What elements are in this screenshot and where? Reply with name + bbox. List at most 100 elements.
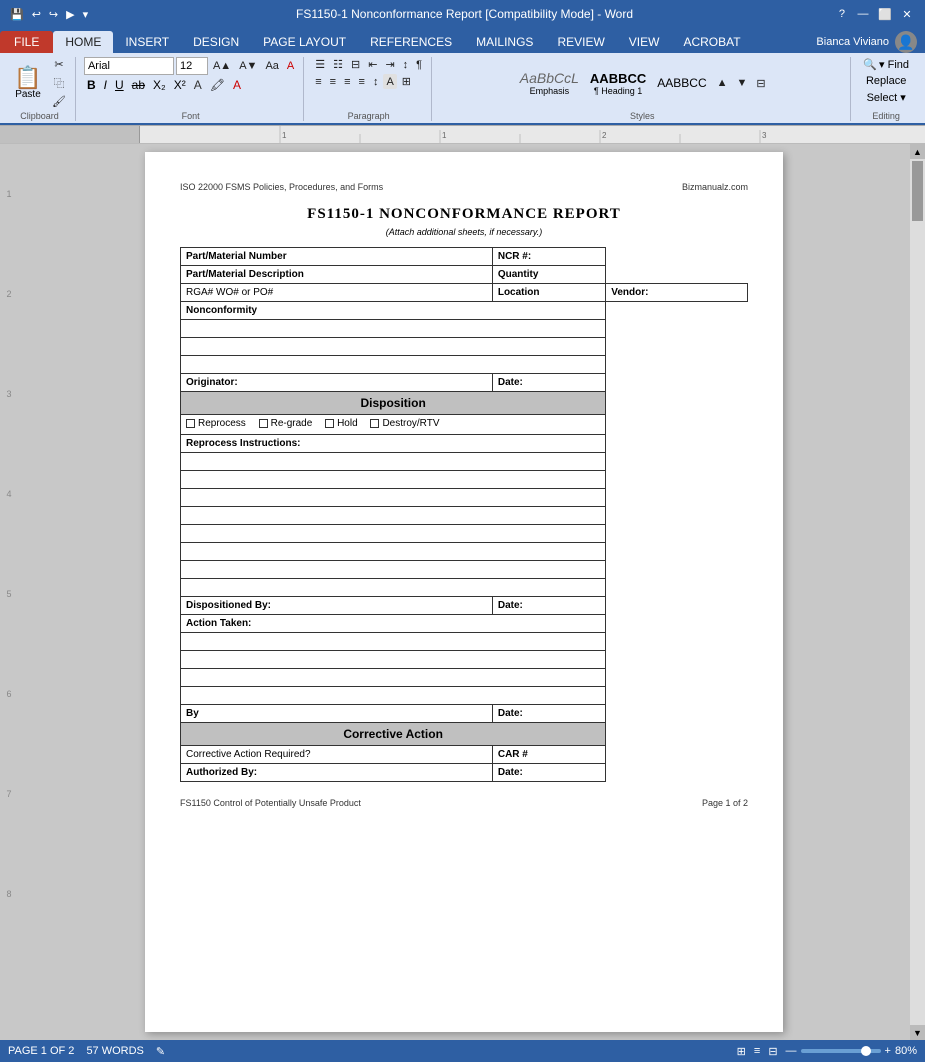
tab-insert[interactable]: INSERT [113,31,181,53]
view-web-icon[interactable]: ⊟ [768,1045,777,1058]
sort-button[interactable]: ↕ [400,57,412,72]
align-right-button[interactable]: ≡ [341,74,353,89]
customize-icon[interactable]: ▾ [81,8,91,21]
change-case-button[interactable]: Aa [262,59,281,73]
line-spacing-button[interactable]: ↕ [370,74,382,89]
macro-icon[interactable]: ▶ [64,8,76,21]
right-scrollbar: ▲ ▼ [910,144,925,1040]
justify-button[interactable]: ≡ [356,74,368,89]
increase-indent-button[interactable]: ⇥ [382,57,397,72]
restore-button[interactable]: ⬜ [875,6,895,22]
paragraph-controls: ☰ ☷ ⊟ ⇤ ⇥ ↕ ¶ ≡ ≡ ≡ ≡ ↕ A ⊞ [312,57,425,109]
borders-button[interactable]: ⊞ [399,74,414,89]
action-taken-label: Action Taken: [181,615,606,633]
tab-mailings[interactable]: MAILINGS [464,31,545,53]
tab-references[interactable]: REFERENCES [358,31,464,53]
copy-button[interactable]: ⿻ [49,74,69,92]
clipboard-label: Clipboard [10,111,69,121]
minimize-button[interactable]: — [853,6,873,22]
view-print-icon[interactable]: ⊞ [737,1045,746,1058]
strikethrough-button[interactable]: ab [129,77,148,93]
track-changes-icon[interactable]: ✎ [156,1045,165,1058]
replace-button[interactable]: Replace [862,74,910,88]
italic-button[interactable]: I [101,77,110,93]
close-button[interactable]: ✕ [897,6,917,22]
numbering-button[interactable]: ☷ [330,57,346,72]
subscript-button[interactable]: X₂ [150,77,169,93]
show-formatting-button[interactable]: ¶ [413,57,425,72]
hold-checkbox[interactable]: Hold [325,418,358,429]
find-button[interactable]: 🔍 ▾ Find [859,57,913,72]
text-color-button[interactable]: A [191,77,205,93]
header-right: Bizmanualz.com [682,182,748,192]
ruler: 1 1 2 3 [0,126,925,144]
shading-button[interactable]: A [383,74,396,89]
clipboard-group: 📋 Paste ✂ ⿻ 🖌 Clipboard [6,57,76,121]
scroll-down-button[interactable]: ▼ [910,1025,925,1040]
bold-button[interactable]: B [84,77,99,93]
tab-acrobat[interactable]: ACROBAT [671,31,752,53]
tab-view[interactable]: VIEW [617,31,672,53]
sidebar-num-6: 6 [0,644,18,744]
scroll-thumb[interactable] [912,161,923,221]
scroll-up-button[interactable]: ▲ [910,144,925,159]
destroy-rtv-checkbox[interactable]: Destroy/RTV [370,418,439,429]
cut-button[interactable]: ✂ [49,57,69,72]
reprocess-checkbox[interactable]: Reprocess [186,418,246,429]
superscript-button[interactable]: X² [171,77,189,93]
ruler-left-margin [0,126,140,143]
scroll-area[interactable]: ISO 22000 FSMS Policies, Procedures, and… [18,144,910,1040]
table-row: Originator: Date: [181,374,748,392]
corrective-action-header: Corrective Action [181,723,606,746]
multilevel-list-button[interactable]: ⊟ [348,57,363,72]
regrade-checkbox[interactable]: Re-grade [259,418,313,429]
zoom-control: — + 80% [786,1045,917,1057]
decrease-font-button[interactable]: A▼ [236,59,260,73]
empty-cell [181,669,606,687]
document-footer: FS1150 Control of Potentially Unsafe Pro… [180,798,748,808]
format-painter-button[interactable]: 🖌 [49,94,69,109]
font-name-input[interactable] [84,57,174,75]
align-center-button[interactable]: ≡ [327,74,339,89]
tab-file[interactable]: FILE [0,31,53,53]
style-emphasis[interactable]: AaBbCcL Emphasis [516,68,583,98]
undo-icon[interactable]: ↩ [30,8,43,21]
align-left-button[interactable]: ≡ [312,74,324,89]
font-size-input[interactable] [176,57,208,75]
styles-scroll-up[interactable]: ▲ [714,76,731,90]
style-heading2[interactable]: AABBCC [653,74,710,92]
sidebar-num-8: 8 [0,844,18,944]
empty-cell [181,525,606,543]
table-row: Disposition [181,392,748,415]
table-row [181,633,748,651]
tab-design[interactable]: DESIGN [181,31,251,53]
highlight-button[interactable]: 🖍 [207,77,228,93]
view-read-icon[interactable]: ≡ [754,1045,760,1057]
bullets-button[interactable]: ☰ [312,57,328,72]
redo-icon[interactable]: ↪ [47,8,60,21]
help-icon[interactable]: ? [839,8,845,20]
rga-label: RGA# WO# or PO# [181,284,493,302]
font-color-button[interactable]: A [230,77,244,93]
increase-font-button[interactable]: A▲ [210,59,234,73]
zoom-out-button[interactable]: — [786,1045,797,1057]
table-row [181,471,748,489]
style-heading1[interactable]: AABBCC ¶ Heading 1 [586,69,650,98]
tab-review[interactable]: REVIEW [545,31,616,53]
tab-page-layout[interactable]: PAGE LAYOUT [251,31,358,53]
zoom-in-button[interactable]: + [885,1045,891,1057]
select-button[interactable]: Select ▾ [863,90,910,105]
styles-scroll-down[interactable]: ▼ [734,76,751,90]
underline-button[interactable]: U [112,77,127,93]
tab-home[interactable]: HOME [53,31,113,53]
decrease-indent-button[interactable]: ⇤ [365,57,380,72]
paste-button[interactable]: 📋 Paste [10,59,46,107]
empty-cell [181,687,606,705]
save-icon[interactable]: 💾 [8,8,26,21]
styles-expand[interactable]: ⊟ [753,76,768,91]
text-effects-button[interactable]: A [284,59,297,73]
table-row: Corrective Action Required? CAR # [181,746,748,764]
table-row: Reprocess Instructions: [181,435,748,453]
hold-check-icon [325,419,334,428]
zoom-slider[interactable] [801,1049,881,1053]
